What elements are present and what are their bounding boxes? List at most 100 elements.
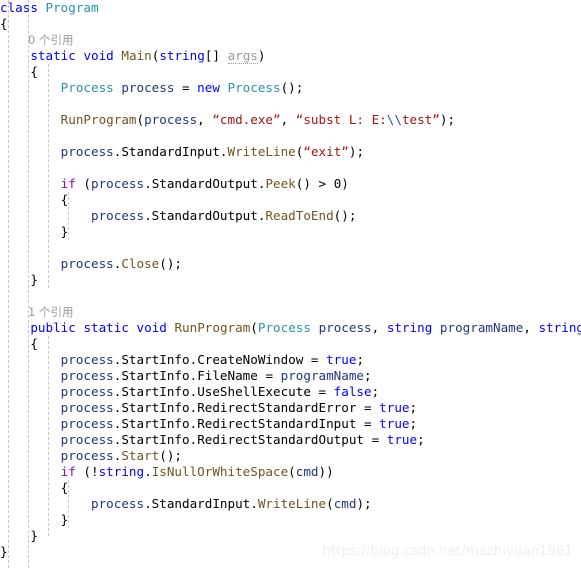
token-keyword-string: string bbox=[159, 48, 205, 63]
code-line[interactable]: { bbox=[0, 336, 581, 352]
code-line[interactable]: } bbox=[0, 528, 581, 544]
token-semicolon: ; bbox=[409, 400, 418, 415]
code-line[interactable]: process.StartInfo.RedirectStandardInput … bbox=[0, 416, 581, 432]
code-line[interactable]: process.StandardInput.WriteLine(cmd); bbox=[0, 496, 581, 512]
code-line-blank[interactable] bbox=[0, 288, 581, 304]
token-semicolon: ; bbox=[371, 384, 380, 399]
token-property-standardinput: StandardInput bbox=[121, 144, 220, 159]
code-line[interactable]: process.StartInfo.FileName = programName… bbox=[0, 368, 581, 384]
code-line[interactable]: } bbox=[0, 272, 581, 288]
code-line[interactable]: class Program bbox=[0, 0, 581, 16]
token-property-startinfo: StartInfo bbox=[121, 432, 190, 447]
token-dot: . bbox=[144, 176, 152, 191]
token-method-readtoend: ReadToEnd bbox=[265, 208, 334, 223]
code-line-blank[interactable] bbox=[0, 96, 581, 112]
code-line[interactable]: { bbox=[0, 16, 581, 32]
token-paren: ( bbox=[75, 176, 92, 191]
token-method-main: Main bbox=[121, 48, 152, 63]
code-line[interactable]: process.StandardOutput.ReadToEnd(); bbox=[0, 208, 581, 224]
token-property-redirectstandardinput: RedirectStandardInput bbox=[197, 416, 357, 431]
code-line[interactable]: } bbox=[0, 512, 581, 528]
token-keyword-true: true bbox=[386, 432, 418, 447]
token-punctuation: ); bbox=[348, 144, 365, 159]
token-comma: , bbox=[371, 320, 387, 335]
token-dot: . bbox=[219, 144, 228, 159]
token-identifier-programname: programName bbox=[439, 320, 524, 335]
code-line[interactable]: process.StartInfo.CreateNoWindow = true; bbox=[0, 352, 581, 368]
code-line[interactable]: Process process = new Process(); bbox=[0, 80, 581, 96]
code-content[interactable]: class Program { 0 个引用 static void Main(s… bbox=[0, 0, 581, 560]
token-brace-open: { bbox=[60, 480, 69, 495]
code-line[interactable]: static void Main(string[] args) bbox=[0, 48, 581, 64]
token-punctuation: (); bbox=[159, 256, 183, 271]
token-identifier-args: args bbox=[227, 48, 258, 64]
token-identifier-process: process bbox=[91, 496, 145, 511]
token-identifier-process: process bbox=[121, 80, 175, 95]
token-property-useshellexecute: UseShellExecute bbox=[197, 384, 311, 399]
codelens-runprogram-references[interactable]: 1 个引用 bbox=[0, 304, 581, 320]
token-brace-open: { bbox=[30, 64, 38, 79]
code-line[interactable]: process.Start(); bbox=[0, 448, 581, 464]
code-line[interactable]: if (!string.IsNullOrWhiteSpace(cmd)) bbox=[0, 464, 581, 480]
code-line[interactable]: process.StartInfo.UseShellExecute = fals… bbox=[0, 384, 581, 400]
token-brace-close: } bbox=[30, 528, 38, 543]
token-keyword-void: void bbox=[136, 320, 167, 335]
code-line[interactable]: } bbox=[0, 224, 581, 240]
token-keyword-true: true bbox=[379, 416, 410, 431]
token-dot: . bbox=[250, 496, 258, 511]
token-keyword-void: void bbox=[83, 48, 114, 63]
code-line[interactable]: process.StartInfo.RedirectStandardError … bbox=[0, 400, 581, 416]
token-semicolon: ; bbox=[417, 432, 425, 447]
token-method-runprogram: RunProgram bbox=[174, 320, 251, 335]
token-property-standardinput: StandardInput bbox=[151, 496, 251, 511]
token-punctuation: (); bbox=[280, 80, 304, 95]
token-type-process: Process bbox=[257, 320, 311, 335]
code-line-blank[interactable] bbox=[0, 160, 581, 176]
code-line-blank[interactable] bbox=[0, 240, 581, 256]
token-comma: , bbox=[280, 112, 296, 127]
code-line[interactable]: if (process.StandardOutput.Peek() > 0) bbox=[0, 176, 581, 192]
token-method-writeline: WriteLine bbox=[227, 144, 296, 159]
code-line[interactable]: public static void RunProgram(Process pr… bbox=[0, 320, 581, 336]
token-dot: . bbox=[144, 464, 152, 479]
token-method-writeline: WriteLine bbox=[257, 496, 327, 511]
token-property-startinfo: StartInfo bbox=[121, 416, 190, 431]
token-punctuation: () > 0) bbox=[295, 176, 349, 191]
code-line[interactable]: process.StartInfo.RedirectStandardOutput… bbox=[0, 432, 581, 448]
token-operator: = bbox=[310, 384, 334, 399]
token-keyword-string: string bbox=[98, 464, 145, 479]
code-line[interactable]: process.StandardInput.WriteLine(“exit”); bbox=[0, 144, 581, 160]
token-operator: = bbox=[356, 416, 380, 431]
token-property-createnowindow: CreateNoWindow bbox=[197, 352, 304, 367]
code-line[interactable]: { bbox=[0, 480, 581, 496]
code-line[interactable]: { bbox=[0, 64, 581, 80]
watermark-text: https://blog.csdn.net/mazhiyuan1981 bbox=[322, 544, 573, 559]
code-line[interactable]: RunProgram(process, “cmd.exe”, “subst L:… bbox=[0, 112, 581, 128]
token-keyword-static: static bbox=[83, 320, 129, 335]
code-line-blank[interactable] bbox=[0, 128, 581, 144]
token-type-process: Process bbox=[60, 80, 114, 95]
token-paren: (! bbox=[75, 464, 99, 479]
codelens-main-references[interactable]: 0 个引用 bbox=[0, 32, 581, 48]
token-keyword-string: string bbox=[386, 320, 433, 335]
token-semicolon: ; bbox=[364, 368, 372, 383]
token-identifier-process: process bbox=[91, 176, 145, 191]
code-line[interactable]: process.Close(); bbox=[0, 256, 581, 272]
code-line[interactable]: { bbox=[0, 192, 581, 208]
token-keyword-false: false bbox=[333, 384, 372, 399]
token-method-isnullorwhitespace: IsNullOrWhiteSpace bbox=[151, 464, 289, 479]
code-editor[interactable]: class Program { 0 个引用 static void Main(s… bbox=[0, 0, 581, 568]
token-identifier-cmd: cmd bbox=[295, 464, 319, 479]
token-string-subst-part2: test” bbox=[401, 112, 440, 127]
